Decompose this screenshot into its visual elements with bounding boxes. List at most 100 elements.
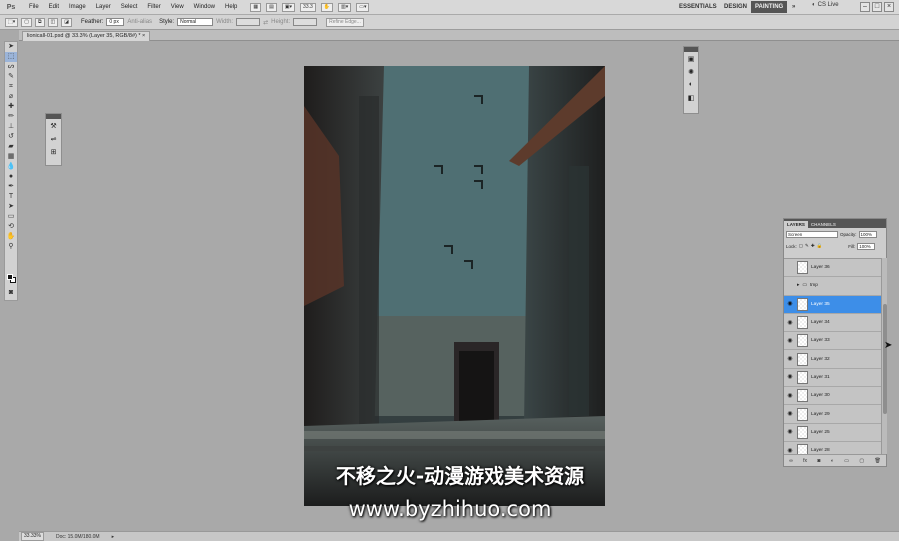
menu-file[interactable]: File bbox=[24, 0, 44, 15]
visibility-eye-icon[interactable]: ◉ bbox=[786, 447, 794, 454]
marquee-tool-preset-icon[interactable]: ⬚▾ bbox=[5, 17, 19, 27]
color-icon[interactable]: ◧ bbox=[684, 91, 698, 104]
visibility-eye-icon[interactable]: ◉ bbox=[786, 319, 794, 327]
marquee-tool-icon[interactable]: ⬚ bbox=[5, 52, 17, 62]
new-layer-icon[interactable]: ▢ bbox=[859, 458, 864, 464]
layer-row[interactable]: ◉ Layer 31 bbox=[784, 369, 881, 388]
workspace-painting[interactable]: PAINTING bbox=[751, 1, 788, 13]
menu-view[interactable]: View bbox=[166, 0, 189, 15]
layer-row[interactable]: ◉ Layer 25 bbox=[784, 424, 881, 442]
eraser-tool-icon[interactable]: ▰ bbox=[5, 142, 17, 152]
crop-tool-icon[interactable]: ⌗ bbox=[5, 82, 17, 92]
tab-layers[interactable]: LAYERS bbox=[784, 221, 808, 228]
antialias-checkbox[interactable]: Anti-alias bbox=[127, 19, 152, 25]
lock-transparency-icon[interactable]: ▢ bbox=[799, 243, 803, 249]
layer-style-icon[interactable]: fx bbox=[803, 458, 807, 464]
zoom-status-field[interactable]: 33.33% bbox=[21, 532, 44, 541]
link-layers-icon[interactable]: ∞ bbox=[789, 458, 793, 464]
brush-tool-icon[interactable]: ✏ bbox=[5, 112, 17, 122]
close-button[interactable]: × bbox=[884, 2, 894, 12]
bridge-icon[interactable]: ▦ bbox=[250, 2, 262, 12]
visibility-eye-icon[interactable]: ◉ bbox=[786, 337, 794, 345]
workspace-design[interactable]: DESIGN bbox=[720, 1, 751, 13]
layer-row[interactable]: ▸ ▭ tmp bbox=[784, 277, 881, 296]
visibility-eye-icon[interactable]: ◉ bbox=[786, 300, 794, 308]
zoom-level-select[interactable]: 33.3 bbox=[300, 2, 316, 12]
layer-row[interactable]: ◉ Layer 35 bbox=[784, 295, 881, 314]
menu-help[interactable]: Help bbox=[220, 0, 242, 15]
menu-image[interactable]: Image bbox=[64, 0, 91, 15]
hand-tool-icon[interactable]: ✋ bbox=[320, 2, 334, 12]
layer-row[interactable]: Layer 36 bbox=[784, 259, 881, 278]
fill-input[interactable]: 100% bbox=[857, 242, 876, 250]
adjustment-layer-icon[interactable]: ◐ bbox=[831, 458, 834, 464]
clone-source-icon[interactable]: ⊞ bbox=[46, 145, 61, 158]
pen-tool-icon[interactable]: ✒ bbox=[5, 182, 17, 192]
move-tool-icon[interactable]: ➤ bbox=[5, 42, 17, 52]
quick-selection-tool-icon[interactable]: ✎ bbox=[5, 72, 17, 82]
zoom-tool-icon[interactable]: ⚲ bbox=[5, 242, 17, 252]
delete-layer-icon[interactable]: 🗑 bbox=[874, 458, 880, 464]
subtract-selection-icon[interactable]: ◫ bbox=[47, 17, 59, 27]
document-tab[interactable]: lionicall-01.psd @ 33.3% (Layer 35, RGB/… bbox=[22, 31, 151, 41]
menu-filter[interactable]: Filter bbox=[142, 0, 165, 15]
maximize-button[interactable]: □ bbox=[872, 2, 882, 12]
new-selection-icon[interactable]: ▢ bbox=[21, 17, 32, 27]
layer-row[interactable]: ◉ Layer 34 bbox=[784, 314, 881, 333]
menu-select[interactable]: Select bbox=[116, 0, 143, 15]
masks-icon[interactable]: ◐ bbox=[684, 78, 698, 91]
close-tab-icon[interactable]: × bbox=[142, 33, 145, 39]
view-extras-icon[interactable]: ▣▾ bbox=[281, 2, 296, 12]
foreground-color-swatch[interactable] bbox=[7, 274, 13, 280]
height-input[interactable] bbox=[293, 18, 318, 26]
arrange-documents-icon[interactable]: ▥▾ bbox=[338, 2, 352, 12]
workspace-essentials[interactable]: ESSENTIALS bbox=[675, 1, 721, 13]
eyedropper-tool-icon[interactable]: ⌀ bbox=[5, 92, 17, 102]
blur-tool-icon[interactable]: 💧 bbox=[5, 162, 17, 172]
layer-row[interactable]: ◉ Layer 30 bbox=[784, 387, 881, 406]
lasso-tool-icon[interactable]: ᔕ bbox=[5, 62, 17, 72]
group-expand-icon[interactable]: ▸ bbox=[797, 283, 799, 288]
cs-live-button[interactable]: ◐ CS Live bbox=[812, 2, 839, 8]
type-tool-icon[interactable]: T bbox=[5, 192, 17, 202]
brush-presets-icon[interactable]: ⇌ bbox=[46, 132, 61, 145]
lock-all-icon[interactable]: 🔒 bbox=[817, 243, 823, 249]
shape-tool-icon[interactable]: ▭ bbox=[5, 212, 17, 222]
status-arrow-icon[interactable]: ▸ bbox=[112, 534, 115, 540]
blend-mode-select[interactable]: Screen bbox=[786, 230, 838, 238]
3d-rotate-tool-icon[interactable]: ⟲ bbox=[5, 222, 17, 232]
visibility-eye-icon[interactable] bbox=[786, 282, 794, 290]
add-selection-icon[interactable]: ⧉ bbox=[34, 17, 45, 27]
lock-image-icon[interactable]: ✎ bbox=[805, 243, 809, 249]
workspace-more-button[interactable]: » bbox=[788, 1, 799, 13]
tool-presets-icon[interactable]: ⚒ bbox=[46, 119, 61, 132]
navigator-icon[interactable]: ▣ bbox=[684, 52, 698, 65]
menu-layer[interactable]: Layer bbox=[91, 0, 116, 15]
layers-scroll-thumb[interactable] bbox=[883, 304, 887, 414]
layer-row[interactable]: ◉ Layer 29 bbox=[784, 405, 881, 424]
healing-brush-tool-icon[interactable]: ✚ bbox=[5, 102, 17, 112]
visibility-eye-icon[interactable]: ◉ bbox=[786, 392, 794, 400]
menu-window[interactable]: Window bbox=[189, 0, 220, 15]
layer-row[interactable]: ◉ Layer 32 bbox=[784, 350, 881, 369]
intersect-selection-icon[interactable]: ◪ bbox=[61, 17, 73, 27]
add-mask-icon[interactable]: ◙ bbox=[817, 458, 820, 464]
adjustments-icon[interactable]: ✺ bbox=[684, 65, 698, 78]
gradient-tool-icon[interactable]: ▦ bbox=[5, 152, 17, 162]
document-canvas[interactable] bbox=[304, 66, 605, 506]
visibility-eye-icon[interactable]: ◉ bbox=[786, 373, 794, 381]
visibility-eye-icon[interactable]: ◉ bbox=[786, 355, 794, 363]
clone-stamp-tool-icon[interactable]: ⊥ bbox=[5, 122, 17, 132]
history-brush-tool-icon[interactable]: ↺ bbox=[5, 132, 17, 142]
new-group-icon[interactable]: ▭ bbox=[844, 458, 849, 464]
opacity-input[interactable]: 100% bbox=[858, 230, 877, 238]
lock-position-icon[interactable]: ✚ bbox=[811, 243, 815, 249]
screen-mode-icon[interactable]: ▭▾ bbox=[356, 2, 370, 12]
hand-tool-icon[interactable]: ✋ bbox=[5, 232, 17, 242]
menu-edit[interactable]: Edit bbox=[44, 0, 64, 15]
feather-input[interactable]: 0 px bbox=[106, 18, 125, 26]
minimize-button[interactable]: – bbox=[860, 2, 870, 12]
style-select[interactable]: Normal bbox=[177, 18, 214, 26]
path-selection-tool-icon[interactable]: ➤ bbox=[5, 202, 17, 212]
dodge-tool-icon[interactable]: ● bbox=[5, 172, 17, 182]
